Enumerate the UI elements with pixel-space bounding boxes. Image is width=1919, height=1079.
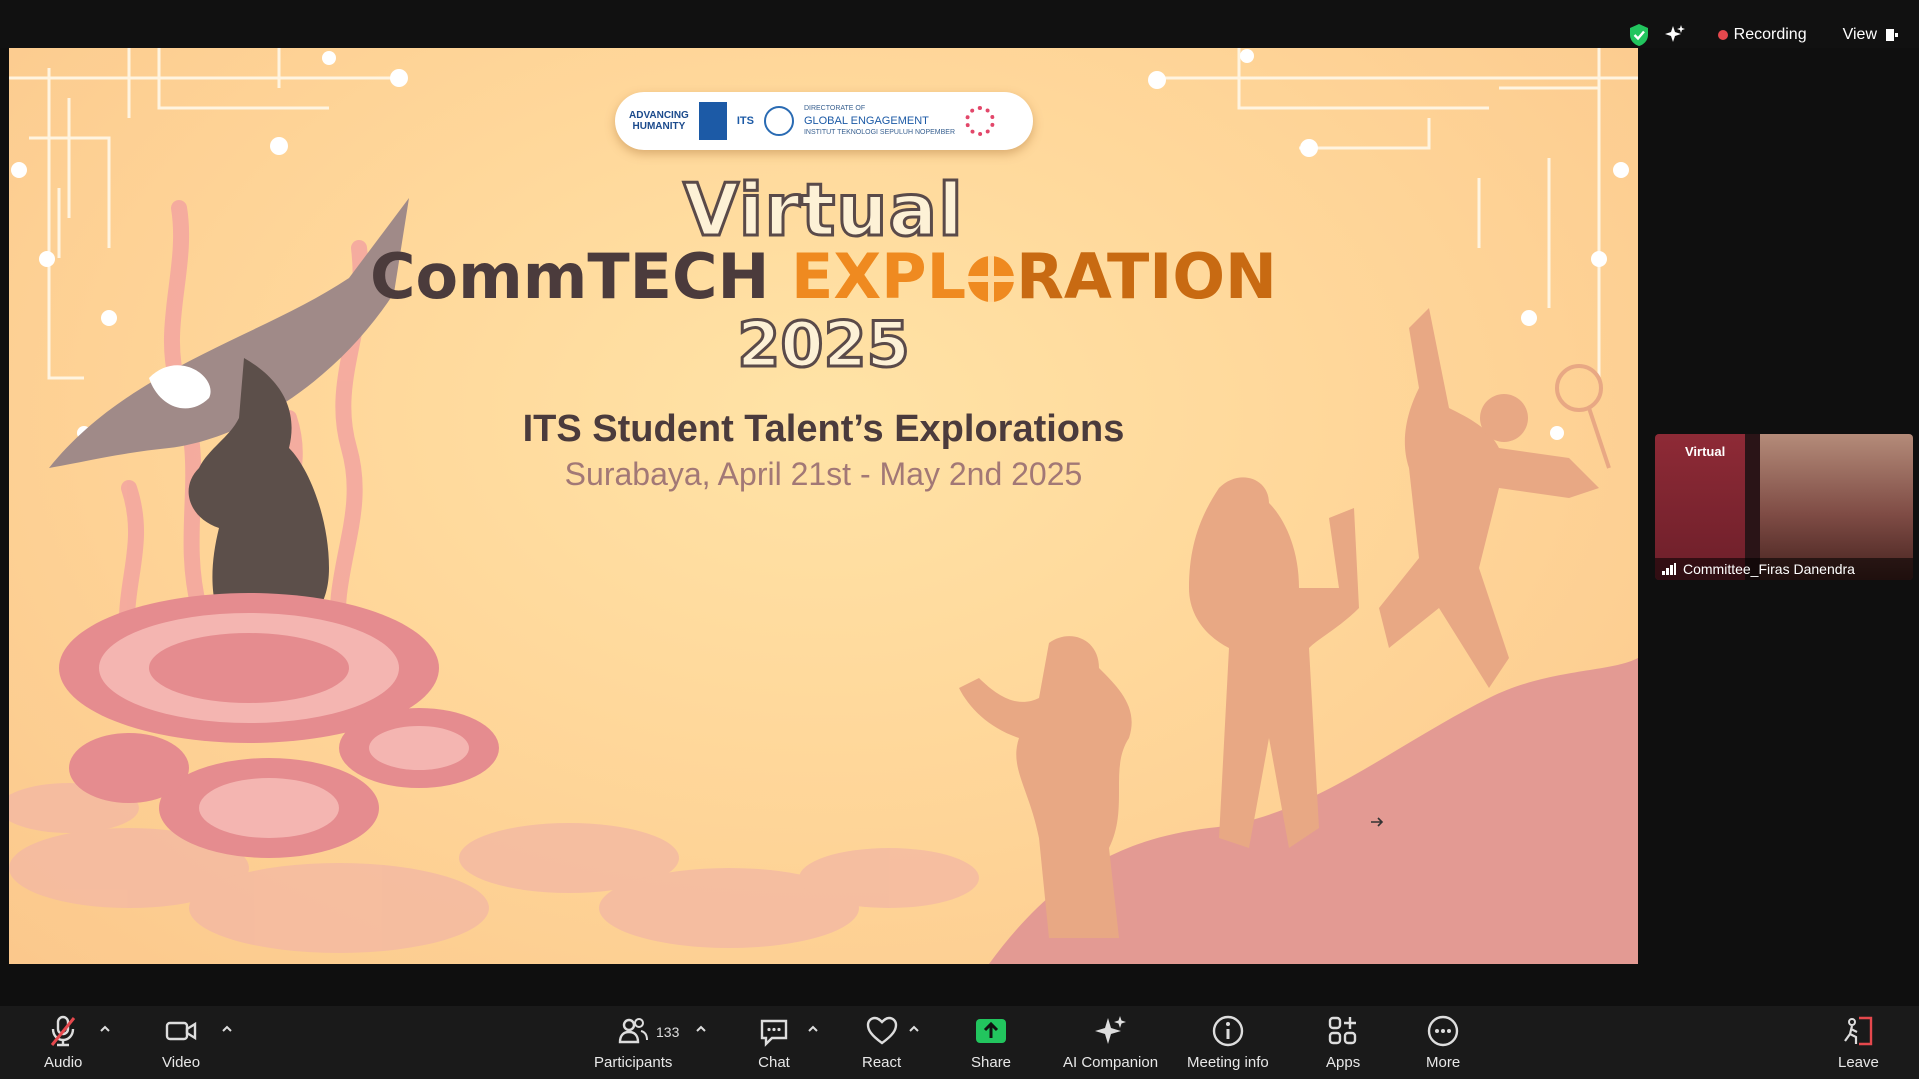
video-options-chevron-up-icon[interactable] [220,1022,234,1036]
leave-door-icon [1844,1016,1873,1046]
title-expl: EXPL [790,240,967,313]
view-label: View [1842,26,1877,43]
leave-button[interactable]: Leave [1838,1014,1879,1071]
its-logo [698,102,727,140]
leave-label: Leave [1838,1054,1879,1071]
participants-options-chevron-up-icon[interactable] [694,1022,708,1036]
participant-name-bar: Committee_Firas Danendra [1655,558,1913,580]
participant-name: Committee_Firas Danendra [1683,561,1855,577]
share-screen-icon [976,1019,1007,1043]
react-options-chevron-up-icon[interactable] [907,1022,921,1036]
react-button[interactable]: React [862,1014,901,1071]
recording-label: Recording [1733,26,1807,43]
advancing-humanity-logo: ADVANCING HUMANITY [629,110,689,132]
participants-icon [618,1018,649,1044]
chat-options-chevron-up-icon[interactable] [806,1022,820,1036]
commtech-logo [965,106,995,136]
participants-label: Participants [594,1054,673,1071]
participants-button[interactable]: Participants [594,1014,672,1071]
chat-bubble-icon [760,1019,788,1047]
video-label: Video [162,1054,201,1071]
title-main: CommTECH EXPL RATION [9,240,1638,313]
chat-button[interactable]: Chat [757,1014,791,1071]
its-label: ITS [736,115,754,127]
heart-icon [866,1016,897,1045]
signal-strength-icon [1662,563,1676,575]
participant-video-tile[interactable]: Virtual Committee_Firas Danendra [1655,434,1913,580]
info-icon [1212,1015,1244,1047]
bottom-clouds [9,783,979,953]
pointer-cursor-icon [1371,817,1384,827]
ai-sparkle-icon [1094,1016,1126,1044]
audio-label: Audio [44,1054,83,1071]
apps-button[interactable]: Apps [1326,1014,1360,1071]
directorate-text: DIRECTORATE OF GLOBAL ENGAGEMENT INSTITU… [803,105,955,136]
share-button[interactable]: Share [971,1014,1011,1071]
meeting-top-bar: Recording View [0,0,1919,48]
recording-indicator[interactable]: Recording [1717,26,1807,44]
audio-options-chevron-up-icon[interactable] [98,1022,112,1036]
react-label: React [862,1054,902,1071]
view-button[interactable]: View [1843,26,1899,44]
title-commtech: CommTECH [370,240,770,313]
video-button[interactable]: Video [162,1014,200,1071]
microphone-muted-icon [51,1015,76,1047]
ai-companion-button[interactable]: AI Companion [1063,1014,1158,1071]
top-right-controls: Recording View [1628,20,1907,50]
globe-icon [968,256,1015,302]
more-dots-icon [1427,1015,1459,1047]
shield-check-icon[interactable] [1628,23,1650,47]
title-year: 2025 [736,307,912,383]
title-ration: RATION [1016,240,1277,313]
participants-count: 133 [656,1024,680,1040]
partner-logos: ADVANCING HUMANITY ITS DIRECTORATE OF GL… [615,92,1033,150]
apps-grid-icon [1328,1016,1357,1045]
chat-label: Chat [758,1054,790,1071]
tile-thumb-title: Virtual [1685,444,1726,459]
ai-companion-label: AI Companion [1063,1054,1159,1071]
view-layout-icon [1886,29,1898,41]
meeting-info-label: Meeting info [1187,1054,1269,1071]
slide-date-line: Surabaya, April 21st - May 2nd 2025 [564,456,1083,492]
meeting-info-button[interactable]: Meeting info [1187,1014,1269,1071]
share-label: Share [971,1054,1012,1071]
shared-screen: ADVANCING HUMANITY ITS DIRECTORATE OF GL… [9,48,1638,964]
more-button[interactable]: More [1426,1014,1460,1071]
audio-button[interactable]: Audio [44,1014,82,1071]
more-label: More [1426,1054,1461,1071]
ai-sparkle-icon[interactable] [1664,24,1686,46]
video-camera-icon [165,1021,197,1041]
meeting-toolbar: Audio Video Participants 133 Chat React [0,1006,1919,1079]
directorate-seal-icon [763,106,794,136]
slide-subtitle: ITS Student Talent’s Explorations [522,408,1125,450]
recording-dot-icon [1717,30,1728,40]
apps-label: Apps [1326,1054,1361,1071]
